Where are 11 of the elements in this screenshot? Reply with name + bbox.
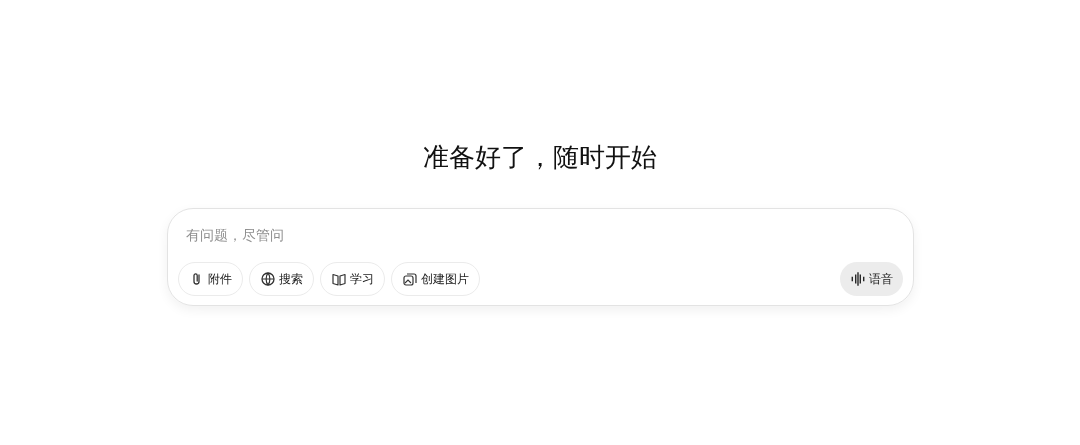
heading: 准备好了，随时开始	[423, 141, 657, 174]
globe-icon	[259, 271, 276, 287]
book-icon	[330, 271, 347, 287]
images-icon	[401, 271, 418, 287]
tool-button[interactable]: 学习	[319, 262, 385, 296]
tool-button[interactable]: 创建图片	[390, 262, 480, 296]
tool-button[interactable]: 搜索	[248, 262, 314, 296]
voice-button[interactable]: 语音	[839, 262, 903, 296]
message-input[interactable]: 有问题，尽管问	[177, 223, 594, 247]
tool-button[interactable]: 附件	[177, 262, 243, 296]
waveform-icon	[849, 271, 866, 287]
